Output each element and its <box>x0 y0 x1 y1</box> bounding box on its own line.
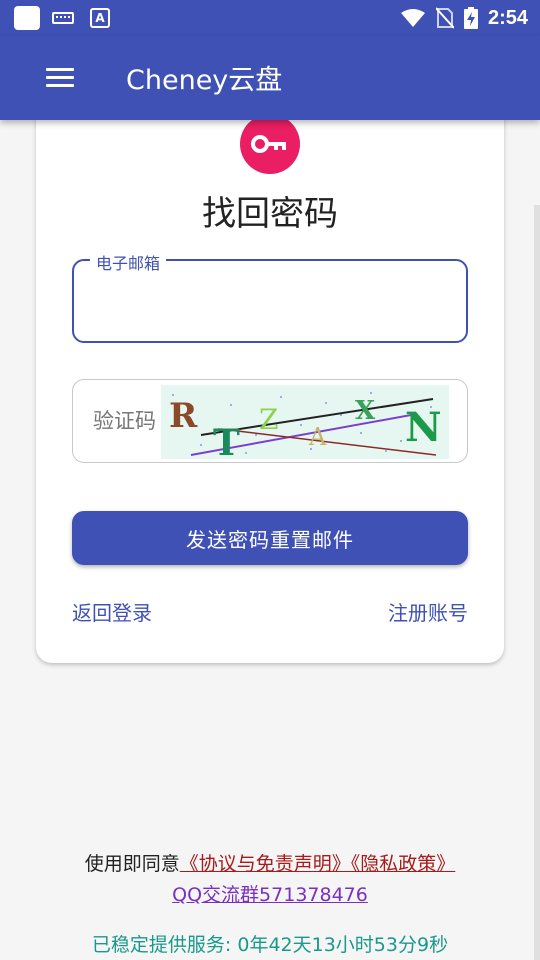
captcha-char-6: N <box>405 404 442 451</box>
app-bar: Cheney云盘 <box>0 36 540 120</box>
captcha-char-3: Z <box>259 403 278 436</box>
status-time: 2:54 <box>487 6 528 29</box>
captcha-char-4: A <box>308 423 327 451</box>
email-input[interactable] <box>94 285 450 317</box>
reset-password-card: 找回密码 电子邮箱 R T Z A X N 发送密码重 <box>36 100 504 663</box>
menu-icon[interactable] <box>46 68 74 88</box>
wifi-icon <box>400 9 425 27</box>
register-link[interactable]: 注册账号 <box>388 597 468 626</box>
app-icon <box>14 6 40 30</box>
page-title: 找回密码 <box>202 194 338 234</box>
keyboard-icon <box>52 12 74 24</box>
agreement-prefix: 使用即同意 <box>84 853 180 875</box>
captcha-char-5: X <box>355 396 376 426</box>
no-sim-icon <box>435 7 454 29</box>
agreement-link[interactable]: 《协议与免责声明》《隐私政策》 <box>180 853 456 875</box>
scrollbar <box>534 205 540 960</box>
app-title: Cheney云盘 <box>126 65 283 96</box>
status-bar: A 2:54 <box>0 0 540 36</box>
uptime-text: 已稳定提供服务: 0年42天13小时53分9秒 <box>91 934 449 956</box>
battery-charging-icon <box>463 7 478 29</box>
captcha-image[interactable]: R T Z A X N <box>161 385 449 459</box>
send-reset-email-button[interactable]: 发送密码重置邮件 <box>72 511 468 565</box>
email-label: 电子邮箱 <box>90 250 167 274</box>
email-field[interactable]: 电子邮箱 <box>72 250 468 343</box>
captcha-field[interactable]: R T Z A X N <box>72 379 468 463</box>
key-badge <box>240 114 300 174</box>
agreement-line: 使用即同意《协议与免责声明》《隐私政策》 <box>0 849 540 876</box>
a-icon: A <box>90 8 110 28</box>
captcha-char-2: T <box>213 422 240 459</box>
back-to-login-link[interactable]: 返回登录 <box>72 597 152 626</box>
qq-group-link[interactable]: QQ交流群571378476 <box>0 880 540 907</box>
captcha-char-1: R <box>169 396 198 436</box>
key-icon <box>251 135 286 153</box>
